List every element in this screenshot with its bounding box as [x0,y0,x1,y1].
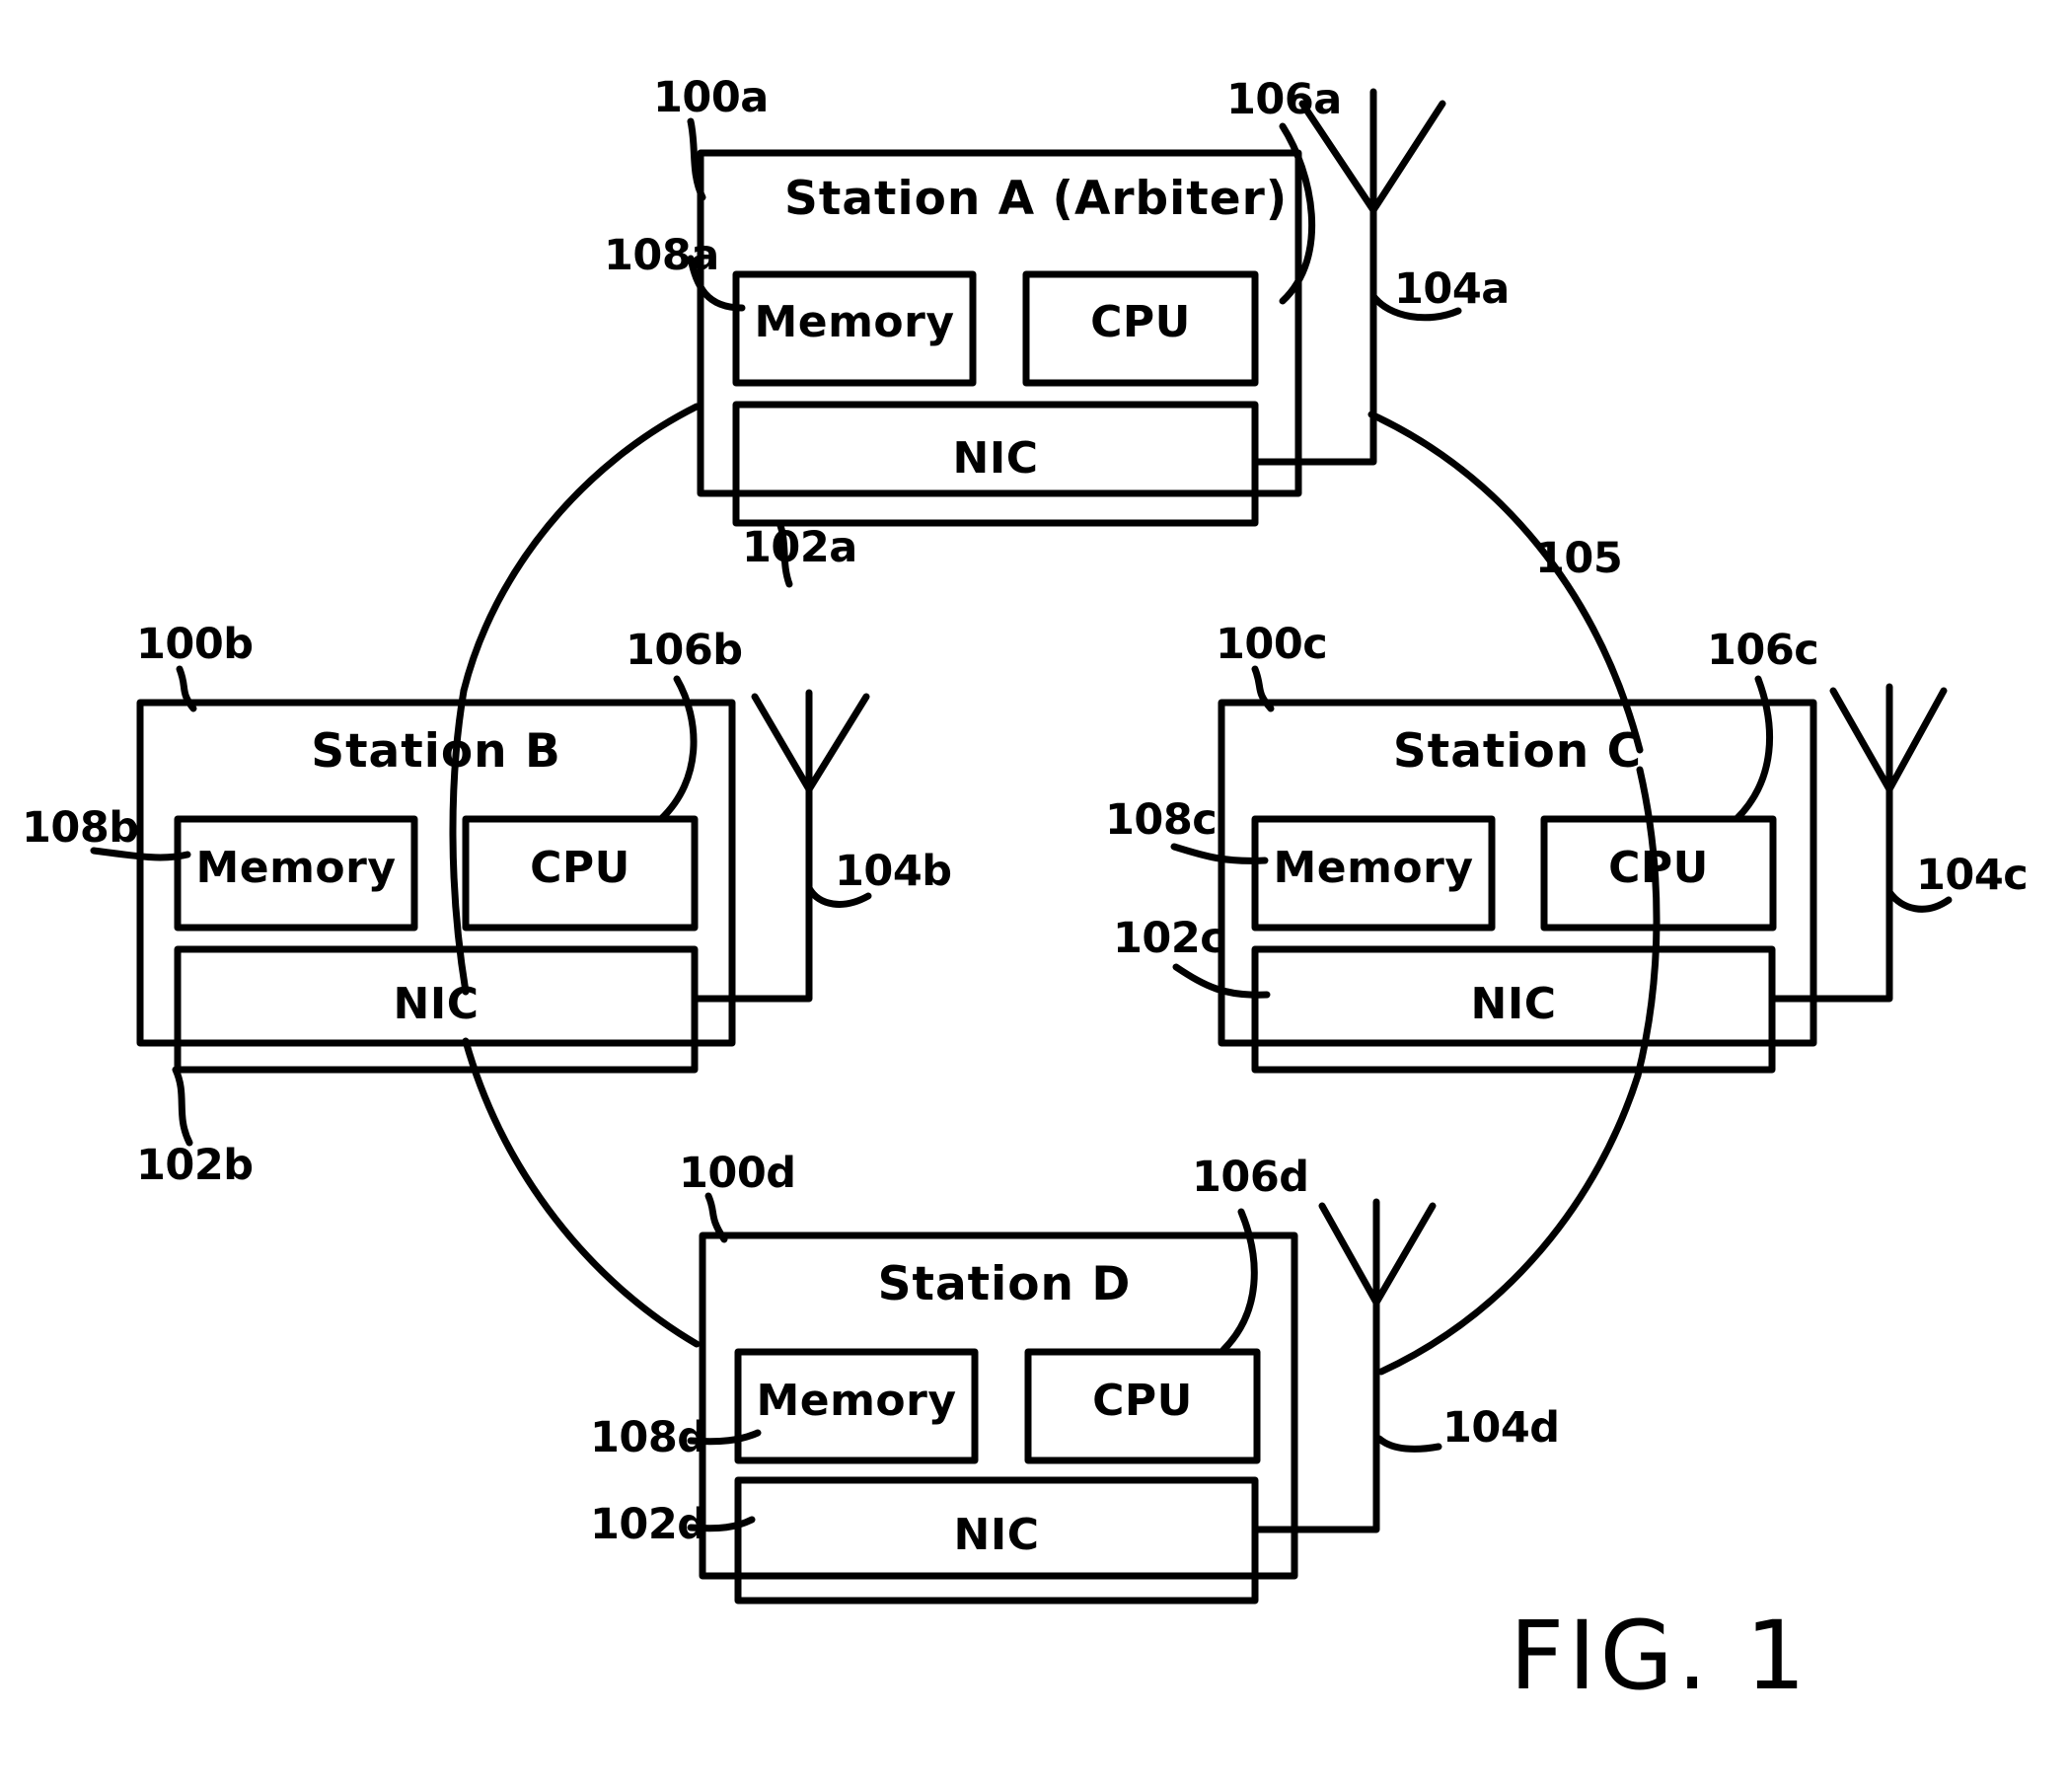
station-d-title: Station D [877,1257,1132,1311]
station-c-memory-label: Memory [1273,843,1474,893]
station-b-nic-antenna-link [691,958,813,1003]
station-d-antenna-right-arm [1372,1202,1437,1307]
station-c-cpu-label: CPU [1608,843,1709,893]
ref-102b: 102b [136,1141,254,1190]
station-c-nic-label: NIC [1470,979,1557,1029]
ref-102d: 102d [590,1500,707,1549]
ref-104d: 104d [1442,1403,1560,1453]
station-c-nic-antenna-link [1768,958,1893,1003]
station-b-nic-label: NIC [393,979,480,1029]
ref-106a: 106a [1226,75,1342,124]
ref-106d: 106d [1192,1153,1309,1202]
station-b-cpu-label: CPU [530,843,630,893]
station-a-nic-label: NIC [952,433,1039,484]
ref-105-network: 105 [1535,534,1623,583]
station-d-memory-label: Memory [756,1376,957,1426]
station-a-antenna-right-arm [1369,100,1446,214]
station-a-cpu-label: CPU [1090,297,1191,347]
station-a-memory-label: Memory [754,297,955,347]
network-arc-bottom-left [462,1037,701,1348]
station-c-title: Station C [1392,724,1643,779]
station-b-title: Station B [311,724,561,779]
ref-100a: 100a [653,73,769,122]
station-d-cpu-label: CPU [1092,1376,1193,1426]
station-d-nic-antenna-link [1251,1488,1380,1533]
station-d-antenna-left-arm [1318,1202,1380,1307]
ref-102a: 102a [742,523,857,572]
ref-102c: 102c [1113,914,1225,963]
station-b-memory-label: Memory [195,843,397,893]
ref-106c: 106c [1707,626,1819,675]
station-c-antenna-left-arm [1829,687,1893,793]
ref-108c: 108c [1105,795,1218,845]
station-a-nic-antenna-link [1251,420,1377,466]
ref-104b: 104b [835,847,952,896]
ref-108a: 108a [604,231,719,280]
ref-104a: 104a [1394,264,1510,314]
station-b-antenna-right-arm [805,693,870,793]
patent-figure-1: 100a 108a 102a 106a 104a Station A (Arbi… [0,0,2068,1792]
ref-100c: 100c [1216,620,1328,669]
station-a-title: Station A (Arbiter) [784,172,1289,226]
ref-100d: 100d [679,1149,796,1198]
ref-100b: 100b [136,620,254,669]
ref-108b: 108b [22,803,139,853]
station-d-nic-label: NIC [953,1510,1040,1560]
station-b-antenna-left-arm [751,693,813,793]
ref-106b: 106b [626,626,743,675]
station-c-antenna-right-arm [1885,687,1948,793]
ref-104c: 104c [1916,851,2029,900]
leader-102b [172,1066,193,1147]
figure-caption: FIG. 1 [1510,1601,1810,1711]
ref-108d: 108d [590,1413,707,1462]
leader-104d [1375,1435,1442,1453]
